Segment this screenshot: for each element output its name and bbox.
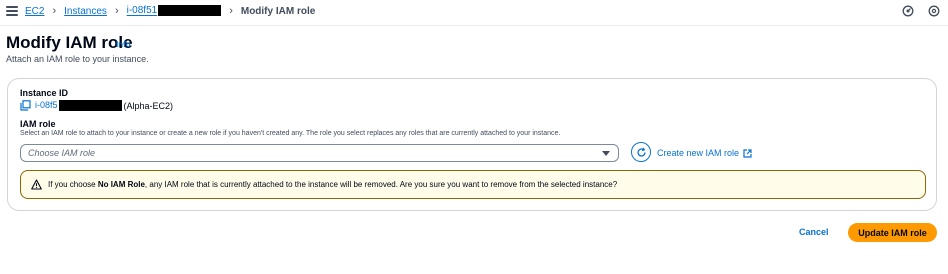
refresh-button[interactable] xyxy=(631,142,651,162)
redacted-block xyxy=(58,100,122,112)
breadcrumb-current: Modify IAM role xyxy=(240,5,316,17)
breadcrumb: EC2 › Instances › i-08f51 › Modify IAM r… xyxy=(25,5,315,17)
caret-down-icon xyxy=(602,151,610,156)
help-icon[interactable] xyxy=(928,5,940,17)
instance-id-link[interactable]: i-08f5 xyxy=(35,100,122,112)
external-link-icon xyxy=(743,148,752,158)
chevron-right-icon: › xyxy=(229,5,233,17)
alert-prefix: If you choose xyxy=(48,180,98,189)
update-iam-role-button[interactable]: Update IAM role xyxy=(848,223,937,242)
iam-role-select-placeholder: Choose IAM role xyxy=(28,148,96,158)
breadcrumb-instance-id[interactable]: i-08f51 xyxy=(126,5,222,17)
page-description: Attach an IAM role to your instance. xyxy=(6,54,149,64)
create-new-iam-role-text: Create new IAM role xyxy=(657,148,740,158)
cancel-button[interactable]: Cancel xyxy=(799,227,829,237)
breadcrumb-instances[interactable]: Instances xyxy=(64,6,107,17)
warning-icon xyxy=(31,179,42,190)
breadcrumb-instance-id-text: i-08f51 xyxy=(126,5,158,17)
alert-suffix: , any IAM role that is currently attache… xyxy=(144,180,618,189)
copy-icon[interactable] xyxy=(20,100,31,111)
info-link[interactable]: Info xyxy=(116,40,131,49)
top-navigation-bar: EC2 › Instances › i-08f51 › Modify IAM r… xyxy=(0,0,948,25)
iam-role-description: Select an IAM role to attach to your ins… xyxy=(20,130,561,137)
instance-id-value: i-08f5 (Alpha-EC2) xyxy=(20,100,174,112)
create-new-iam-role-link[interactable]: Create new IAM role xyxy=(657,148,752,158)
iam-role-select[interactable]: Choose IAM role xyxy=(20,144,619,162)
refresh-icon xyxy=(636,146,646,157)
instance-id-link-text: i-08f5 xyxy=(35,100,58,110)
warning-alert-text: If you choose No IAM Role, any IAM role … xyxy=(48,180,617,189)
instance-name: (Alpha-EC2) xyxy=(123,100,174,111)
instance-id-label: Instance ID xyxy=(20,88,69,98)
modify-iam-role-card: Instance ID i-08f5 (Alpha-EC2) IAM role … xyxy=(7,78,937,211)
menu-icon[interactable] xyxy=(6,6,18,18)
page-title: Modify IAM role xyxy=(6,33,133,52)
iam-role-label: IAM role xyxy=(20,119,56,129)
settings-icon[interactable] xyxy=(902,5,914,17)
divider xyxy=(0,25,948,26)
warning-alert: If you choose No IAM Role, any IAM role … xyxy=(20,170,926,199)
alert-emphasis: No IAM Role xyxy=(97,180,145,189)
redacted-block xyxy=(158,5,222,17)
chevron-right-icon: › xyxy=(52,5,57,17)
chevron-right-icon: › xyxy=(114,5,119,17)
breadcrumb-ec2[interactable]: EC2 xyxy=(25,6,44,17)
